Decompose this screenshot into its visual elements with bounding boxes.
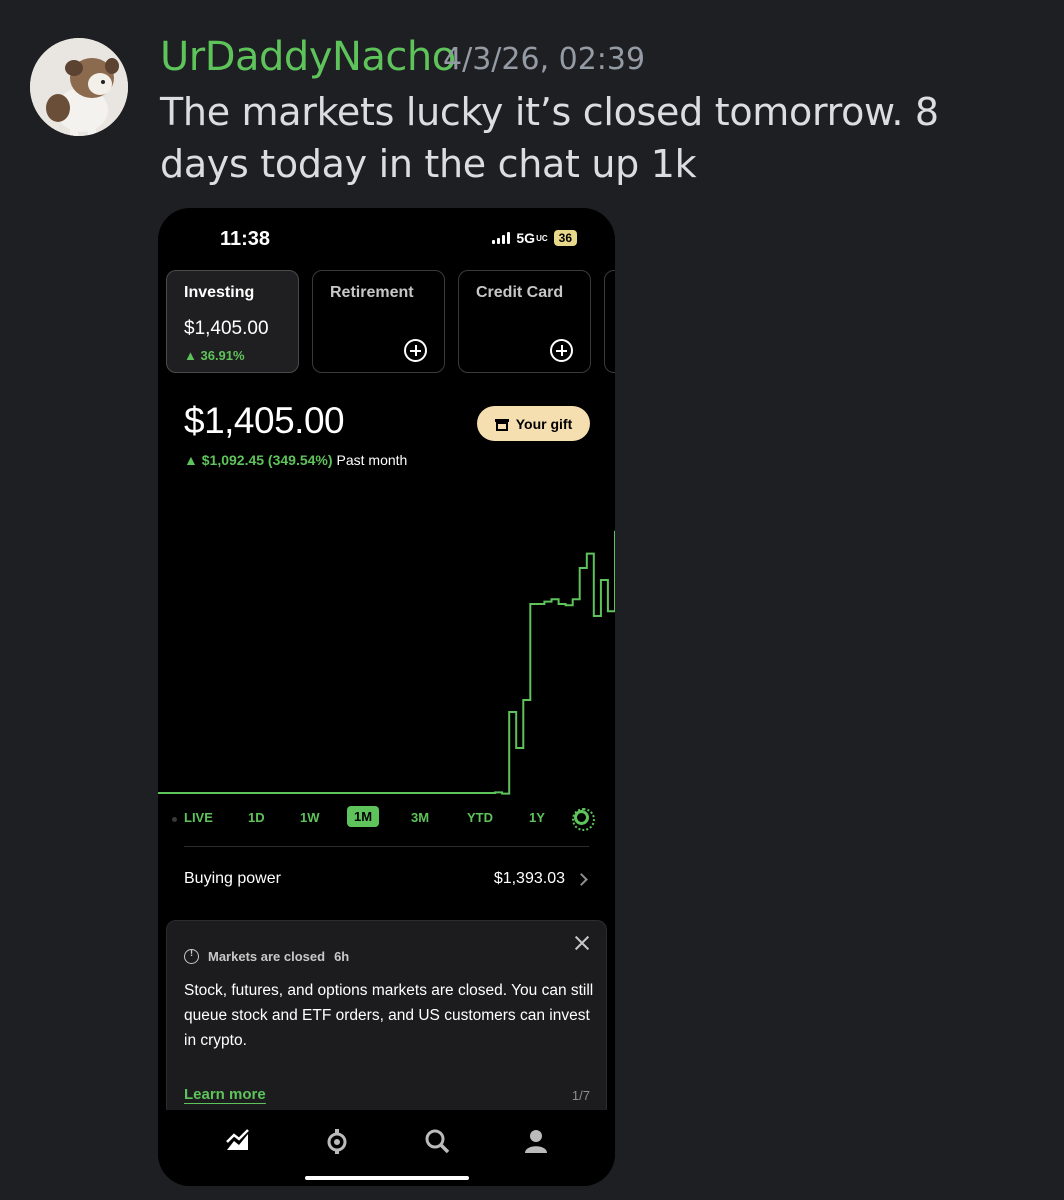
- discover-icon[interactable]: [324, 1128, 350, 1154]
- account-card-retirement[interactable]: Retirement: [312, 270, 445, 373]
- notice-title: Markets are closed: [208, 949, 326, 964]
- message-text: The markets lucky it’s closed tomorrow. …: [160, 90, 939, 186]
- notice-body: Stock, futures, and options markets are …: [184, 982, 594, 1049]
- range-1m[interactable]: 1M: [347, 806, 380, 827]
- notice-time: 6h: [334, 949, 350, 964]
- gear-icon[interactable]: [572, 808, 595, 831]
- range-live[interactable]: LIVE: [184, 810, 213, 825]
- close-icon[interactable]: [574, 935, 590, 951]
- markets-closed-card[interactable]: Markets are closed 6h Stock, futures, an…: [166, 920, 607, 1118]
- profile-icon[interactable]: [523, 1128, 549, 1154]
- change-period: Past month: [336, 452, 408, 468]
- range-1w[interactable]: 1W: [300, 810, 320, 825]
- add-icon[interactable]: [550, 339, 573, 362]
- status-indicators: 5G UC 36: [492, 230, 577, 246]
- range-selector: LIVE 1D 1W 1M 3M YTD 1Y: [158, 806, 615, 832]
- card-value: $1,405.00: [184, 318, 269, 339]
- network-sub-label: UC: [536, 233, 548, 243]
- home-indicator: [305, 1176, 469, 1180]
- your-gift-button[interactable]: Your gift: [477, 406, 590, 441]
- account-card-credit-card[interactable]: Credit Card: [458, 270, 591, 373]
- notice-header: Markets are closed 6h: [184, 948, 350, 964]
- change-value: ▲ $1,092.45 (349.54%): [184, 452, 333, 468]
- timestamp: 4/3/26, 02:39: [443, 42, 646, 77]
- range-1y[interactable]: 1Y: [529, 810, 545, 825]
- account-card-investing[interactable]: Investing $1,405.00 ▲ 36.91%: [166, 270, 299, 373]
- divider: [184, 846, 589, 847]
- card-change: ▲ 36.91%: [184, 348, 245, 363]
- add-icon[interactable]: [404, 339, 427, 362]
- buying-power-label: Buying power: [184, 870, 281, 887]
- range-3m[interactable]: 3M: [411, 810, 429, 825]
- network-label: 5G: [516, 230, 536, 246]
- learn-more-link[interactable]: Learn more: [184, 1086, 266, 1104]
- info-icon: [184, 948, 199, 964]
- buying-power-value: $1,393.03: [493, 870, 565, 887]
- avatar[interactable]: [30, 38, 128, 136]
- portfolio-chart[interactable]: [158, 508, 615, 808]
- card-title: Retirement: [330, 284, 414, 301]
- chart-icon[interactable]: [225, 1128, 251, 1154]
- gift-label: Your gift: [515, 415, 573, 432]
- signal-icon: [492, 232, 511, 244]
- range-1d[interactable]: 1D: [248, 810, 265, 825]
- portfolio-balance: $1,405.00: [184, 400, 345, 441]
- battery-icon: 36: [553, 230, 577, 246]
- card-title: Investing: [184, 284, 255, 301]
- buying-power-row[interactable]: Buying power $1,393.03: [184, 870, 589, 892]
- username[interactable]: UrDaddyNacho: [160, 34, 456, 80]
- phone-screenshot[interactable]: 11:38 5G UC 36 Investing $1,405.00 ▲ 36.9…: [158, 208, 615, 1186]
- tab-bar: [158, 1110, 615, 1186]
- series-line: [158, 530, 615, 795]
- account-card-more[interactable]: [604, 270, 615, 373]
- notice-pager: 1/7: [571, 1088, 590, 1103]
- live-dot-icon: [172, 817, 177, 822]
- range-ytd[interactable]: YTD: [467, 810, 493, 825]
- gift-icon: [494, 417, 509, 431]
- portfolio-change: ▲ $1,092.45 (349.54%) Past month: [184, 452, 407, 468]
- chevron-right-icon: [575, 873, 588, 886]
- card-title: Credit Card: [476, 284, 564, 301]
- search-icon[interactable]: [424, 1128, 450, 1154]
- status-time: 11:38: [220, 228, 271, 250]
